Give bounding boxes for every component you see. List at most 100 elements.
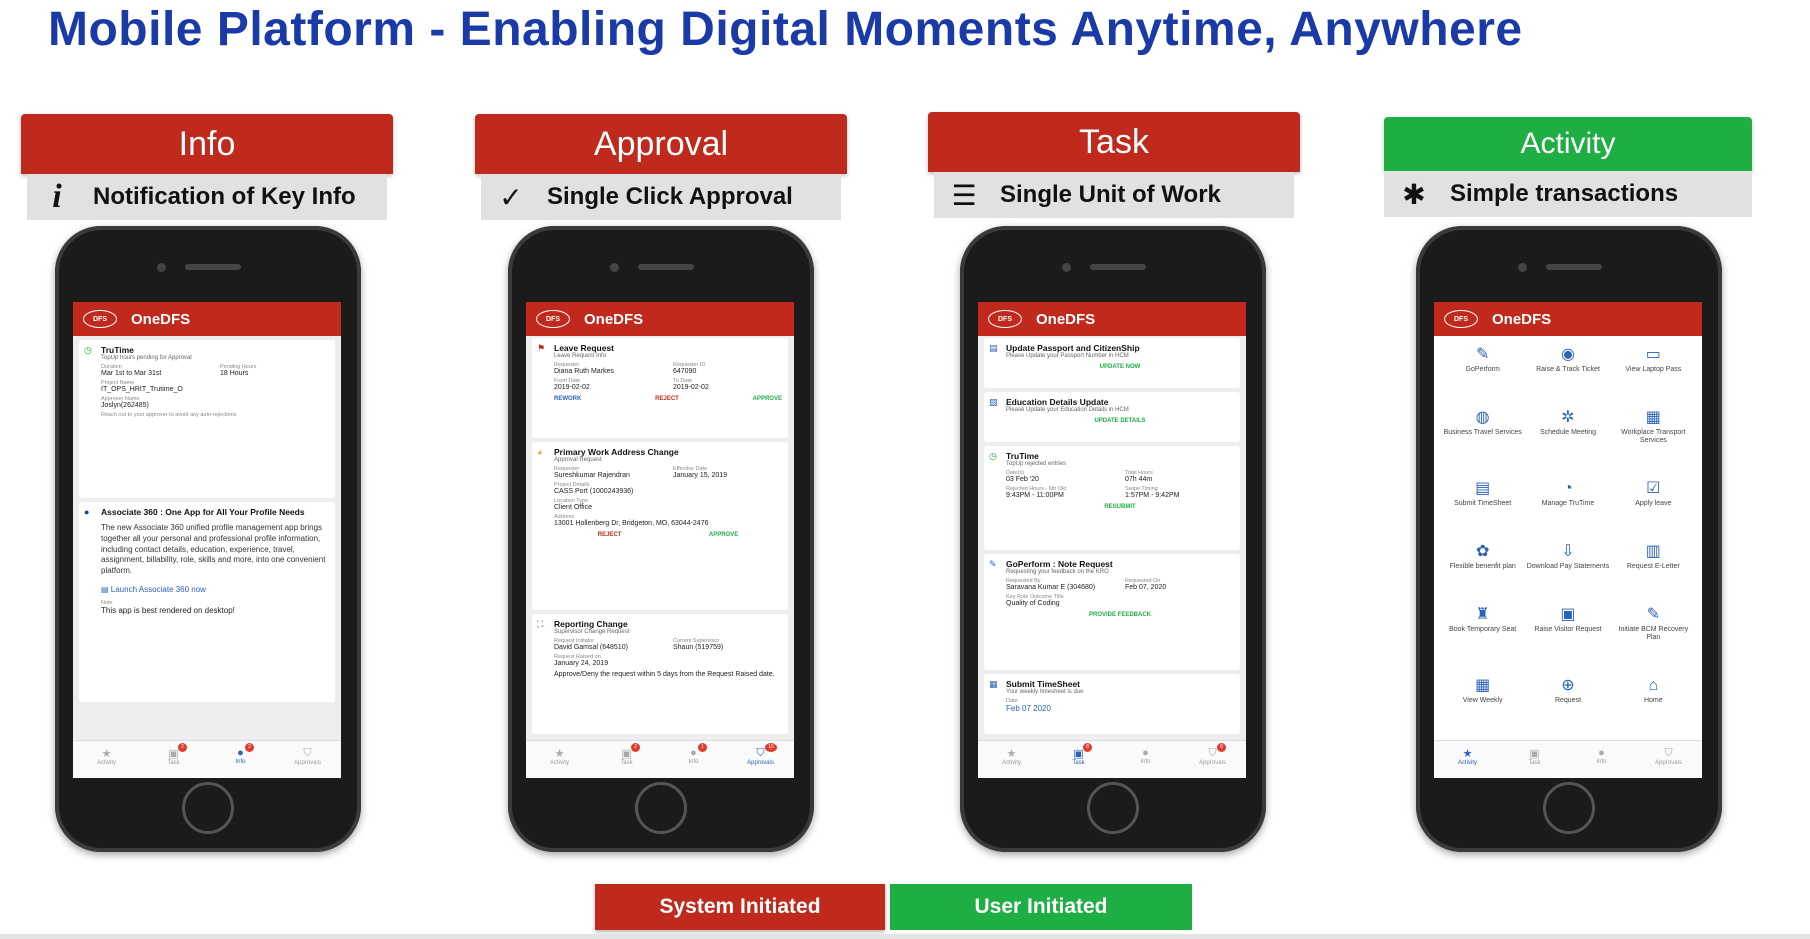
- passport-icon: ▤: [989, 343, 998, 353]
- home-button[interactable]: [1543, 782, 1595, 834]
- tab-label: Activity: [1457, 760, 1477, 766]
- home-button[interactable]: [182, 782, 234, 834]
- value: 1:57PM - 9:42PM: [1125, 492, 1180, 499]
- tab-task[interactable]: ▣ Task: [1501, 741, 1568, 778]
- tab-bar: ★ Activity 2 ▣ Task 1 ● Info 10 ⛉ Approvals: [526, 740, 794, 778]
- card-subtitle: TopUp rejected entries: [1006, 461, 1067, 467]
- tab-info[interactable]: 2 ● Info: [207, 741, 274, 778]
- card-subtitle: Please Update your Education Details in …: [1006, 407, 1129, 413]
- activity-item[interactable]: ⇩ Download Pay Statements: [1525, 543, 1610, 596]
- value: This app is best rendered on desktop!: [101, 605, 235, 615]
- value: Diana Ruth Markes: [554, 368, 614, 375]
- shield-icon: ⛉: [303, 747, 312, 759]
- rework-button[interactable]: REWORK: [554, 396, 581, 402]
- activity-item[interactable]: ☑ Apply leave: [1611, 480, 1696, 533]
- value: January 15, 2019: [673, 472, 728, 479]
- resubmit-button[interactable]: RESUBMIT: [1006, 504, 1234, 510]
- launch-associate-link[interactable]: ▤ Launch Associate 360 now: [101, 585, 329, 594]
- passport-card[interactable]: ▤ Update Passport and CitizenShip Please…: [984, 338, 1240, 388]
- shield-icon: ⛉: [756, 747, 765, 759]
- activity-item[interactable]: ▤ Submit TimeSheet: [1440, 480, 1525, 533]
- tab-approvals[interactable]: ⛉ Approvals: [274, 741, 341, 778]
- trutime-card[interactable]: ◷ TruTime TopUp rejected entries Date(s)…: [984, 446, 1240, 550]
- home-button[interactable]: [1087, 782, 1139, 834]
- tab-task[interactable]: 2 ▣ Task: [593, 741, 660, 778]
- tab-activity[interactable]: ★ Activity: [978, 741, 1045, 778]
- phone-activity: DFS OneDFS ✎ GoPerform ◉ Raise & Track Tick…: [1416, 226, 1722, 852]
- activity-item[interactable]: ▭ View Laptop Pass: [1611, 346, 1696, 399]
- tab-approvals[interactable]: 8 ⛉ Approvals: [1179, 741, 1246, 778]
- visitor-icon: ▣: [1560, 605, 1576, 623]
- value: IT_OPS_HRIT_Trutime_O: [101, 386, 183, 393]
- activity-item[interactable]: ✎ Initiate BCM Recovery Plan: [1611, 606, 1696, 667]
- trutime-card[interactable]: ◷ TruTime TopUp hours pending for Approv…: [79, 340, 335, 498]
- tab-label: Task: [1528, 760, 1541, 766]
- activity-item[interactable]: ✲ Schedule Meeting: [1525, 409, 1610, 470]
- card-subtitle: Your weekly timesheet is due: [1006, 689, 1084, 695]
- tab-info[interactable]: ● Info: [1568, 741, 1635, 778]
- activity-item[interactable]: ▥ Request E-Letter: [1611, 543, 1696, 596]
- timer-icon: ◷: [84, 345, 92, 355]
- goperform-icon: ✎: [1475, 346, 1490, 363]
- leave-request-card[interactable]: ⚑ Leave Request Leave Request Info Reque…: [532, 338, 788, 438]
- activity-item[interactable]: ▣ Raise Visitor Request: [1525, 606, 1610, 667]
- activity-item-label: View Weekly: [1462, 697, 1503, 705]
- bottom-divider: [0, 934, 1810, 939]
- activity-item[interactable]: ✎ GoPerform: [1440, 346, 1525, 399]
- value: Feb 07 2020: [1006, 704, 1051, 713]
- associate360-card[interactable]: ● Associate 360 : One App for All Your P…: [79, 502, 335, 702]
- home-button[interactable]: [635, 782, 687, 834]
- education-card[interactable]: ▨ Education Details Update Please Update…: [984, 392, 1240, 442]
- activity-item[interactable]: ◍ Business Travel Services: [1440, 409, 1525, 470]
- update-details-button[interactable]: UPDATE DETAILS: [1006, 418, 1234, 424]
- update-now-button[interactable]: UPDATE NOW: [1006, 364, 1234, 370]
- activity-item-label: Home: [1643, 697, 1663, 705]
- goperform-card[interactable]: ✎ GoPerform : Note Request Requesting yo…: [984, 554, 1240, 670]
- card-subtitle: TopUp hours pending for Approval: [101, 355, 192, 361]
- activity-item-label: Business Travel Services: [1443, 429, 1522, 437]
- activity-item[interactable]: ✿ Flexible benenfit plan: [1440, 543, 1525, 596]
- tab-task[interactable]: 2 ▣ Task: [140, 741, 207, 778]
- card-title: Update Passport and CitizenShip: [1006, 343, 1140, 353]
- tab-info[interactable]: ● Info: [1112, 741, 1179, 778]
- activity-item[interactable]: ♜ Book Temporary Seat: [1440, 606, 1525, 667]
- activity-item[interactable]: ◉ Raise & Track Ticket: [1525, 346, 1610, 399]
- tab-activity[interactable]: ★ Activity: [1434, 741, 1501, 778]
- reporting-change-card[interactable]: ⛶ Reporting Change Supervisor Change Req…: [532, 614, 788, 734]
- tab-task[interactable]: 8 ▣ Task: [1045, 741, 1112, 778]
- activity-item-label: View Laptop Pass: [1625, 366, 1682, 374]
- app-header: DFS OneDFS: [978, 302, 1246, 336]
- activity-item-label: Download Pay Statements: [1526, 563, 1610, 571]
- tab-activity[interactable]: ★ Activity: [73, 741, 140, 778]
- approve-button[interactable]: APPROVE: [709, 532, 738, 538]
- value: Quality of Coding: [1006, 600, 1060, 607]
- tab-approvals[interactable]: 10 ⛉ Approvals: [727, 741, 794, 778]
- provide-feedback-button[interactable]: PROVIDE FEEDBACK: [1006, 612, 1234, 618]
- tab-info[interactable]: 1 ● Info: [660, 741, 727, 778]
- timesheet-card[interactable]: ▦ Submit TimeSheet Your weekly timesheet…: [984, 674, 1240, 734]
- value: 9:43PM - 11:00PM: [1006, 492, 1064, 499]
- activity-item-label: Raise & Track Ticket: [1536, 366, 1600, 374]
- associate-icon: ●: [84, 507, 90, 517]
- approve-button[interactable]: APPROVE: [753, 396, 782, 402]
- column-activity: Activity ✱ Simple transactions: [1384, 117, 1752, 217]
- address-change-card[interactable]: ◕ Primary Work Address Change Approval R…: [532, 442, 788, 610]
- phone-screen: DFS OneDFS ✎ GoPerform ◉ Raise & Track Tick…: [1434, 302, 1702, 778]
- badge: 8: [1083, 743, 1092, 752]
- activity-item[interactable]: ◔ Manage TruTime: [1525, 480, 1610, 533]
- activity-item[interactable]: ▦ View Weekly: [1440, 677, 1525, 730]
- checkmark-icon: ✓: [499, 181, 523, 213]
- activity-item[interactable]: ⊕ Request: [1525, 677, 1610, 730]
- tab-activity[interactable]: ★ Activity: [526, 741, 593, 778]
- column-task: Task ☰ Single Unit of Work: [928, 112, 1300, 218]
- tab-bar: ★ Activity 8 ▣ Task ● Info 8 ⛉ Approvals: [978, 740, 1246, 778]
- reject-button[interactable]: REJECT: [598, 532, 622, 538]
- eye-icon: ◉: [1561, 346, 1575, 363]
- activity-item[interactable]: ⌂ Home: [1611, 677, 1696, 730]
- activity-item[interactable]: ▦ Workplace Transport Services: [1611, 409, 1696, 470]
- subtitle-text: Notification of Key Info: [93, 183, 356, 210]
- value: Joslyn(262485): [101, 402, 149, 409]
- reject-button[interactable]: REJECT: [655, 396, 679, 402]
- tab-label: Info: [688, 759, 699, 765]
- tab-approvals[interactable]: ⛉ Approvals: [1635, 741, 1702, 778]
